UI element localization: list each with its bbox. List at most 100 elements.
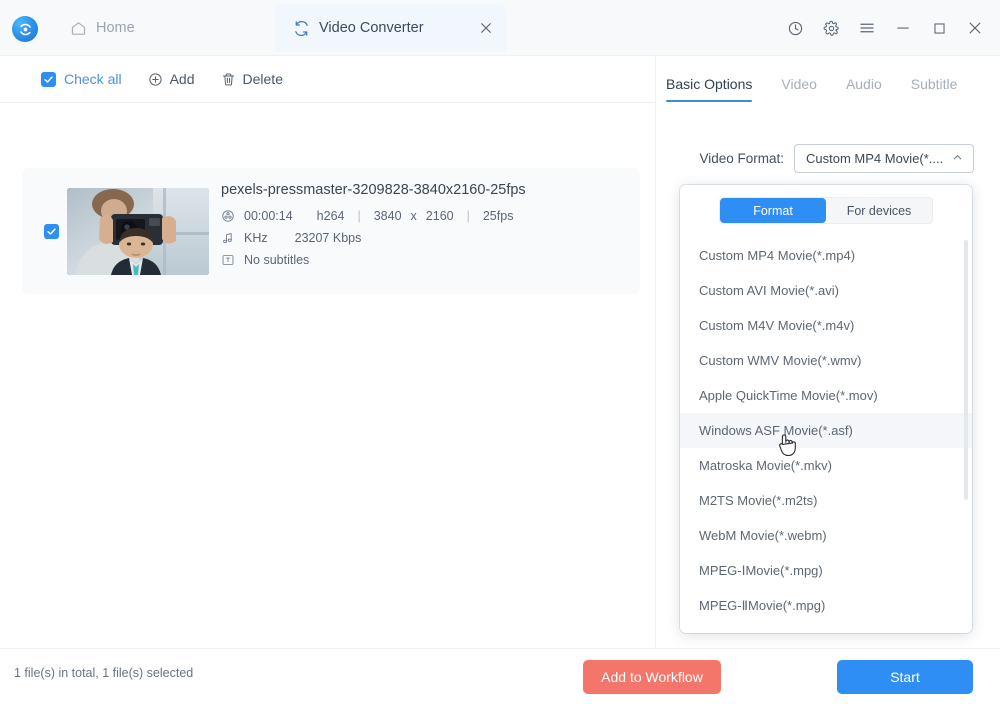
settings-gear-icon[interactable] [816, 13, 846, 43]
file-name: pexels-pressmaster-3209828-3840x2160-25f… [221, 182, 526, 198]
segment-for-devices[interactable]: For devices [826, 198, 932, 223]
video-format-value: Custom MP4 Movie(*.... [806, 151, 944, 166]
file-duration: 00:00:14 [244, 209, 293, 223]
file-toolbar: Check all Add Delete [0, 56, 655, 103]
add-to-workflow-button[interactable]: Add to Workflow [583, 660, 721, 694]
video-thumbnail[interactable] [67, 188, 209, 275]
app-logo-icon[interactable] [12, 16, 38, 42]
convert-refresh-icon [293, 20, 310, 37]
list-item[interactable]: Custom M4V Movie(*.m4v) [680, 308, 972, 343]
tab-home[interactable]: Home [52, 4, 202, 52]
add-label: Add [169, 71, 195, 87]
list-item-hovered[interactable]: Windows ASF Movie(*.asf) [680, 413, 972, 448]
chevron-up-icon [951, 151, 964, 167]
tab-video-converter-label: Video Converter [319, 20, 424, 36]
file-height: 2160 [425, 209, 454, 223]
tab-video[interactable]: Video [781, 76, 817, 101]
tab-basic-options-label: Basic Options [666, 76, 753, 92]
tab-close-icon[interactable] [478, 20, 494, 36]
segment-format[interactable]: Format [720, 198, 826, 223]
file-row[interactable]: pexels-pressmaster-3209828-3840x2160-25f… [22, 168, 640, 294]
add-circle-icon [148, 72, 162, 86]
dropdown-scrollbar-thumb[interactable] [964, 240, 968, 500]
file-codec: h264 [316, 209, 345, 223]
app-window: Home Video Converter Check all Add Delet… [0, 0, 1000, 704]
file-audio-rate: KHz [244, 231, 268, 245]
add-to-workflow-label: Add to Workflow [601, 669, 703, 685]
start-button[interactable]: Start [837, 660, 973, 694]
list-item[interactable]: Custom WMV Movie(*.wmv) [680, 343, 972, 378]
tab-basic-options[interactable]: Basic Options [666, 76, 752, 111]
delete-label: Delete [242, 71, 283, 87]
menu-hamburger-icon[interactable] [852, 13, 882, 43]
file-metadata: pexels-pressmaster-3209828-3840x2160-25f… [221, 182, 621, 275]
tab-video-converter[interactable]: Video Converter [275, 4, 506, 52]
thumbnail-image [67, 188, 209, 275]
subtitle-icon [221, 253, 235, 267]
file-video-info: 00:00:14 h264 | 3840 x 2160 | 25fps [221, 209, 621, 223]
title-bar: Home Video Converter [0, 0, 1000, 56]
video-format-row: Video Format: Custom MP4 Movie(*.... [656, 144, 1000, 173]
list-item[interactable]: Custom AVI Movie(*.avi) [680, 273, 972, 308]
file-fps: 25fps [482, 209, 514, 223]
list-item-label: Custom WMV Movie(*.wmv) [699, 353, 862, 368]
trash-icon [221, 72, 235, 86]
file-width: 3840 [373, 209, 402, 223]
tab-home-label: Home [96, 20, 135, 36]
tab-subtitle-label: Subtitle [910, 76, 958, 92]
music-note-icon [221, 231, 235, 245]
tab-subtitle[interactable]: Subtitle [911, 76, 958, 101]
segment-format-label: Format [753, 203, 793, 218]
window-controls [780, 13, 990, 43]
list-item[interactable]: Custom MP4 Movie(*.mp4) [680, 238, 972, 273]
list-item[interactable]: M2TS Movie(*.m2ts) [680, 483, 972, 518]
dropdown-segmented-control: Format For devices [719, 197, 933, 224]
list-item[interactable]: Matroska Movie(*.mkv) [680, 448, 972, 483]
start-label: Start [890, 669, 920, 685]
delete-button[interactable]: Delete [221, 71, 283, 87]
list-item-label: Apple QuickTime Movie(*.mov) [699, 388, 878, 403]
checkbox-checked-icon [41, 71, 56, 87]
check-all-label: Check all [64, 71, 122, 87]
list-item-label: Windows ASF Movie(*.asf) [699, 423, 853, 438]
check-all-button[interactable]: Check all [41, 71, 122, 87]
video-format-select[interactable]: Custom MP4 Movie(*.... [794, 144, 974, 173]
list-item[interactable]: WebM Movie(*.webm) [680, 518, 972, 553]
options-tab-bar: Basic Options Video Audio Subtitle [656, 76, 1000, 112]
list-item-label: WebM Movie(*.webm) [699, 528, 827, 543]
history-icon[interactable] [780, 13, 810, 43]
footer-bar: 1 file(s) in total, 1 file(s) selected A… [0, 648, 1000, 704]
list-item-label: Custom M4V Movie(*.m4v) [699, 318, 855, 333]
separator: | [466, 209, 470, 223]
list-item[interactable]: MPEG-ⅠMovie(*.mpg) [680, 553, 972, 588]
tab-audio-label: Audio [845, 76, 882, 92]
maximize-icon[interactable] [924, 13, 954, 43]
segment-for-devices-label: For devices [846, 203, 912, 218]
list-item[interactable]: MPEG-ⅡMovie(*.mpg) [680, 588, 972, 623]
list-item-label: MPEG-ⅠMovie(*.mpg) [699, 562, 823, 578]
list-item-label: Matroska Movie(*.mkv) [699, 458, 832, 473]
list-item-label: MPEG-ⅡMovie(*.mpg) [699, 597, 826, 613]
file-count-status: 1 file(s) in total, 1 file(s) selected [14, 666, 194, 680]
list-item-label: Custom AVI Movie(*.avi) [699, 283, 839, 298]
list-item-label: Custom MP4 Movie(*.mp4) [699, 248, 856, 263]
video-format-label: Video Format: [699, 151, 784, 166]
file-audio-info: KHz 23207 Kbps [221, 231, 621, 245]
tab-audio[interactable]: Audio [846, 76, 882, 101]
close-icon[interactable] [960, 13, 990, 43]
minimize-icon[interactable] [888, 13, 918, 43]
file-bitrate: 23207 Kbps [294, 231, 362, 245]
home-icon [70, 20, 87, 37]
list-item[interactable]: Apple QuickTime Movie(*.mov) [680, 378, 972, 413]
dimension-x: x [410, 209, 417, 223]
list-item-label: M2TS Movie(*.m2ts) [699, 493, 818, 508]
file-row-checkbox[interactable] [44, 224, 59, 239]
file-subtitle-info: No subtitles [221, 253, 621, 267]
tab-video-label: Video [781, 76, 817, 92]
add-button[interactable]: Add [148, 71, 195, 87]
format-dropdown-panel[interactable]: Format For devices Custom MP4 Movie(*.mp… [680, 185, 972, 633]
separator: | [357, 209, 361, 223]
format-list[interactable]: Custom MP4 Movie(*.mp4) Custom AVI Movie… [680, 238, 972, 633]
file-list-pane: Check all Add Delete pexels-pressmaster-… [0, 56, 655, 648]
film-reel-icon [221, 209, 235, 223]
